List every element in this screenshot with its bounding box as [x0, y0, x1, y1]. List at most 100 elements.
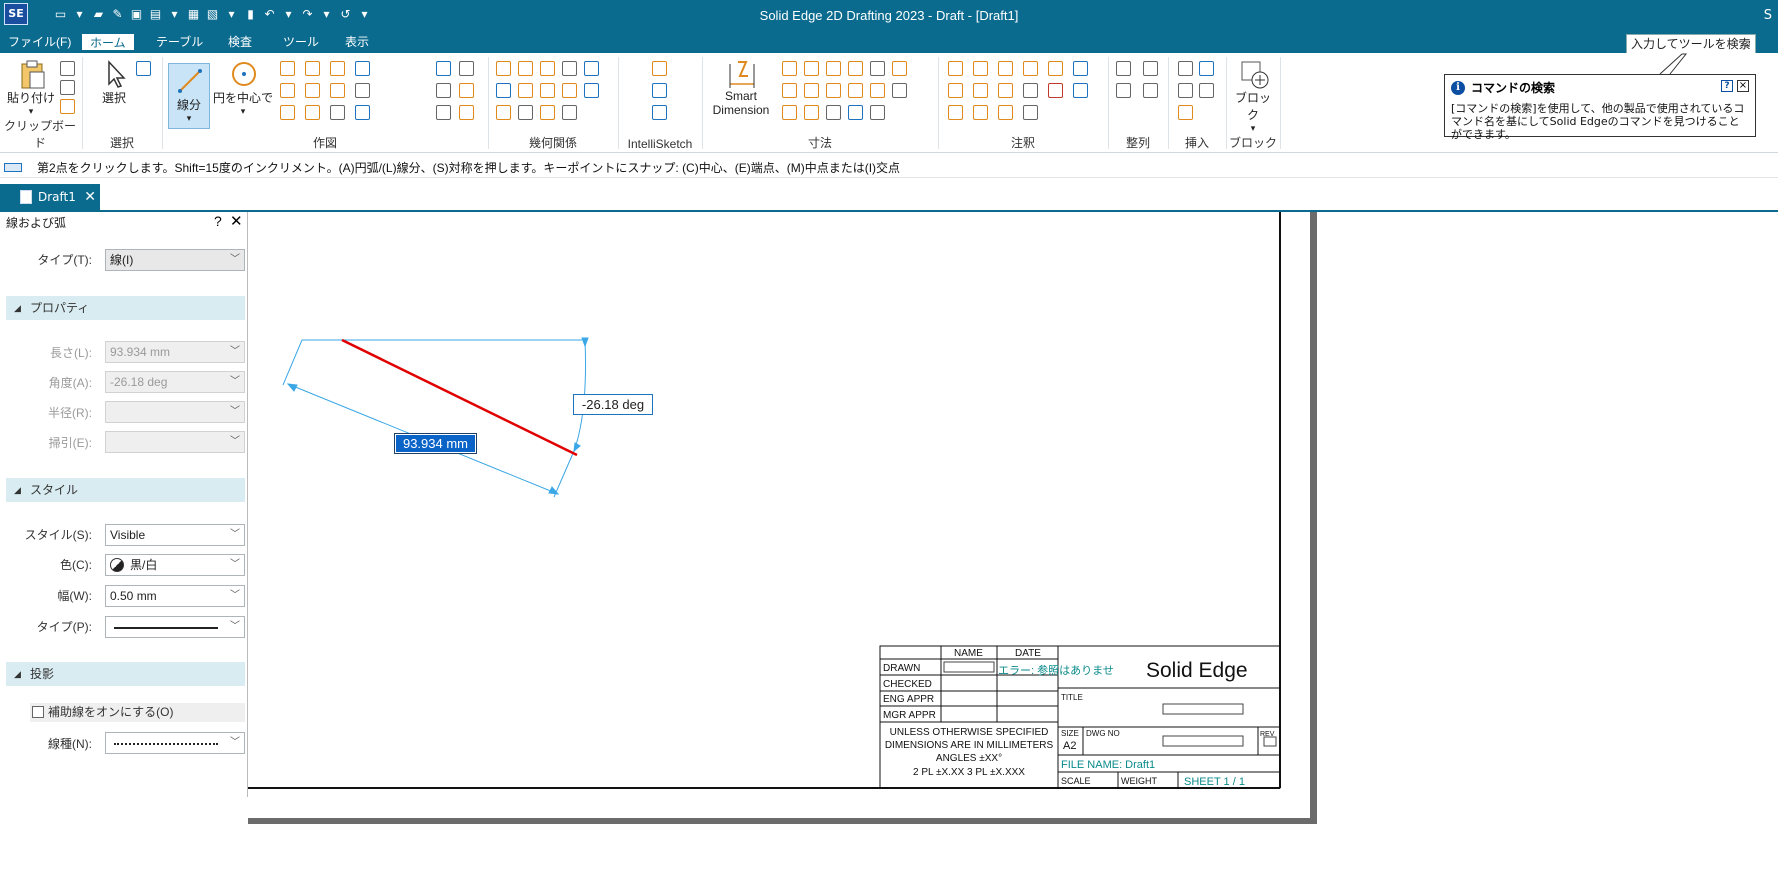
extend-icon[interactable] — [459, 83, 474, 98]
drawing-canvas[interactable]: NAME DATE DRAWN CHECKED ENG APPR MGR APP… — [248, 212, 1778, 887]
maintain-icon[interactable] — [584, 61, 599, 76]
intellisketch-icon[interactable] — [652, 61, 667, 76]
insert-text-icon[interactable] — [1178, 61, 1193, 76]
sweep-field[interactable]: ﹀ — [105, 431, 245, 453]
align-left-icon[interactable] — [1116, 61, 1131, 76]
ordinate-icon[interactable] — [870, 83, 885, 98]
callout-icon[interactable] — [948, 83, 963, 98]
tab-view[interactable]: 表示 — [345, 33, 369, 51]
point-on-icon[interactable] — [496, 83, 511, 98]
select-button[interactable]: 選択 — [94, 57, 134, 106]
style-combo[interactable]: Visible ﹀ — [105, 524, 245, 546]
panel-help-icon[interactable]: ? — [214, 213, 222, 229]
chain-icon[interactable] — [826, 83, 841, 98]
section-style[interactable]: ◢ スタイル — [6, 478, 245, 502]
align-bottom-icon[interactable] — [1143, 83, 1158, 98]
attach-icon[interactable] — [826, 105, 841, 120]
lock-icon[interactable] — [562, 61, 577, 76]
connect-icon[interactable] — [496, 61, 511, 76]
parallel-icon[interactable] — [518, 61, 533, 76]
equal-icon[interactable] — [518, 83, 533, 98]
select-tool-icon[interactable] — [136, 61, 151, 76]
offset-icon[interactable] — [330, 61, 345, 76]
linetype-combo[interactable]: ﹀ — [105, 616, 245, 638]
feature-control-icon[interactable] — [973, 83, 988, 98]
pick-icon[interactable] — [652, 105, 667, 120]
tab-draft1[interactable]: Draft1 ✕ — [0, 184, 100, 210]
tab-file[interactable]: ファイル(F) — [8, 33, 71, 51]
insert-object-icon[interactable] — [1178, 83, 1193, 98]
checkbox-icon[interactable] — [32, 706, 44, 718]
projection-linetype-combo[interactable]: ﹀ — [105, 732, 245, 754]
fill-icon[interactable] — [355, 83, 370, 98]
tab-inspect[interactable]: 検査 — [228, 33, 252, 51]
fillet-icon[interactable] — [436, 61, 451, 76]
section-properties[interactable]: ◢ プロパティ — [6, 296, 245, 320]
radius-field[interactable]: ﹀ — [105, 401, 245, 423]
rotate-icon[interactable] — [330, 105, 345, 120]
align-right-icon[interactable] — [1143, 61, 1158, 76]
stacked-icon[interactable] — [804, 83, 819, 98]
cut-icon[interactable] — [60, 61, 75, 76]
length-dimension-input[interactable]: 93.934 mm — [394, 433, 477, 454]
symmetric-diameter-icon[interactable] — [848, 61, 863, 76]
paste-special-icon[interactable] — [60, 99, 75, 114]
block-button[interactable]: ブロック ▾ — [1230, 57, 1276, 134]
style-dim-icon[interactable] — [892, 61, 907, 76]
prompt-bar-icon[interactable] — [4, 163, 22, 172]
bolt-hole-icon[interactable] — [1073, 61, 1088, 76]
relationship-handles-icon[interactable] — [562, 105, 577, 120]
auto-dim-icon[interactable] — [782, 105, 797, 120]
group-dim-icon[interactable] — [848, 105, 863, 120]
doc-tab-close-icon[interactable]: ✕ — [84, 184, 96, 210]
section-projection[interactable]: ◢ 投影 — [6, 662, 245, 686]
copy-icon[interactable] — [60, 80, 75, 95]
tab-home[interactable]: ホーム — [82, 34, 134, 52]
angle-field[interactable]: -26.18 deg ﹀ — [105, 371, 245, 393]
perpendicular-icon[interactable] — [540, 83, 555, 98]
text-box-icon[interactable] — [1023, 83, 1038, 98]
distance-icon[interactable] — [782, 61, 797, 76]
chamfer-icon[interactable] — [459, 61, 474, 76]
width-combo[interactable]: 0.50 mm ﹀ — [105, 585, 245, 607]
centerline-icon[interactable] — [998, 105, 1013, 120]
stretch-icon[interactable] — [459, 105, 474, 120]
circle-center-button[interactable]: 円を中心で ▾ — [212, 57, 274, 117]
close-icon[interactable]: × — [1737, 80, 1749, 92]
type-combo[interactable]: 線(I) ﹀ — [105, 249, 245, 271]
dropdown-icon[interactable]: ▾ — [6, 106, 56, 117]
symmetric-icon[interactable] — [584, 83, 599, 98]
arc-length-icon[interactable] — [782, 83, 797, 98]
dropdown-icon[interactable]: ▾ — [1230, 123, 1276, 134]
trim-icon[interactable] — [355, 61, 370, 76]
search-icon[interactable]: ⌕ — [1744, 35, 1751, 54]
copy-attributes-icon[interactable] — [892, 83, 907, 98]
hyperlink-icon[interactable] — [1199, 83, 1214, 98]
xy-icon[interactable] — [355, 105, 370, 120]
text-icon[interactable] — [948, 61, 963, 76]
tangent-icon[interactable] — [562, 83, 577, 98]
ellipse-icon[interactable] — [305, 83, 320, 98]
length-field[interactable]: 93.934 mm ﹀ — [105, 341, 245, 363]
tab-table[interactable]: テーブル — [156, 33, 203, 51]
snap-icon[interactable] — [652, 83, 667, 98]
tab-tools[interactable]: ツール — [283, 33, 319, 51]
dropdown-icon[interactable]: ▾ — [212, 106, 274, 117]
edge-condition-icon[interactable] — [948, 105, 963, 120]
polygon-icon[interactable] — [305, 61, 320, 76]
panel-close-icon[interactable]: ✕ — [230, 212, 243, 230]
connector-icon[interactable] — [1023, 61, 1038, 76]
surface-texture-icon[interactable] — [1048, 83, 1063, 98]
align-dim-icon[interactable] — [870, 105, 885, 120]
smart-dimension-button[interactable]: Smart Dimension — [708, 57, 774, 117]
projection-checkbox[interactable]: 補助線をオンにする(O) — [30, 703, 245, 722]
leader-icon[interactable] — [973, 61, 988, 76]
rigid-icon[interactable] — [540, 105, 555, 120]
baseline-icon[interactable] — [848, 83, 863, 98]
concentric-icon[interactable] — [540, 61, 555, 76]
coordinate-icon[interactable] — [826, 61, 841, 76]
move-icon[interactable] — [330, 83, 345, 98]
align-top-icon[interactable] — [1116, 83, 1131, 98]
center-mark-icon[interactable] — [1048, 61, 1063, 76]
color-combo[interactable]: 黒/白 ﹀ — [105, 554, 245, 576]
